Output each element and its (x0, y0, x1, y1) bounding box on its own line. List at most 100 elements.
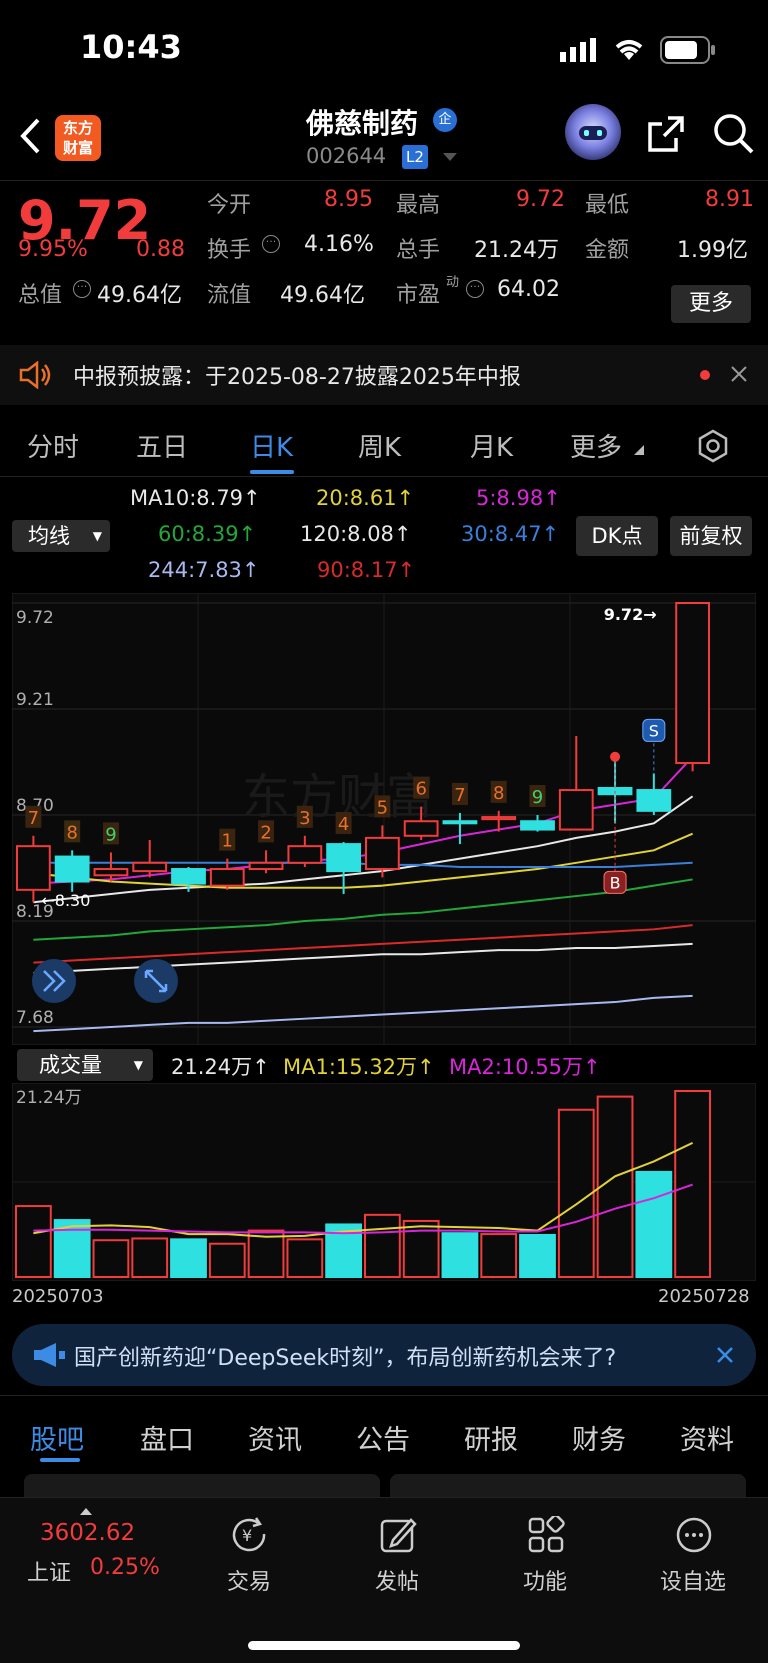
tab-announcements[interactable]: 公告 (356, 1418, 410, 1457)
volume-bar (364, 1213, 401, 1278)
amount-label: 金额 (585, 238, 630, 263)
nav-watchlist-label[interactable]: 设自选 (660, 1564, 726, 1596)
status-bar: 10:43 (0, 0, 768, 100)
candle-body (171, 868, 206, 885)
chevron-down-icon[interactable] (442, 152, 458, 162)
candle-body (403, 820, 439, 837)
speaker-icon (19, 361, 51, 389)
settings-icon[interactable] (696, 429, 730, 463)
candle-body (248, 861, 284, 871)
info-icon[interactable]: ··· (262, 235, 280, 253)
share-icon[interactable] (646, 114, 686, 154)
indicator-label: 均线 (28, 524, 70, 548)
active-tab-indicator (250, 470, 294, 474)
count-marker: 2 (260, 822, 271, 843)
nav-post-label[interactable]: 发帖 (375, 1564, 419, 1596)
info-icon[interactable]: ··· (466, 280, 484, 298)
volume-bar (441, 1232, 479, 1278)
more-circle-icon[interactable] (675, 1516, 715, 1554)
search-icon[interactable] (712, 112, 756, 156)
volume-value: 21.24万 (474, 238, 559, 263)
tab-forum[interactable]: 股吧 (30, 1418, 84, 1457)
compose-icon[interactable] (379, 1516, 419, 1554)
tab-monthly-k[interactable]: 月K (470, 427, 513, 464)
tab-financials[interactable]: 财务 (572, 1418, 626, 1457)
tab-five-day[interactable]: 五日 (136, 427, 188, 464)
count-marker: 5 (377, 797, 388, 818)
tab-more[interactable]: 更多 (570, 427, 622, 464)
y-tick-label: 9.72 (16, 608, 54, 628)
ma5-value: 5:8.98↑ (476, 486, 561, 510)
tab-orderbook[interactable]: 盘口 (140, 1418, 194, 1457)
assistant-avatar[interactable] (565, 104, 621, 160)
tab-research[interactable]: 研报 (464, 1418, 518, 1457)
trade-icon[interactable]: ¥ (230, 1516, 270, 1554)
volume-bar (596, 1095, 634, 1278)
tab-profile[interactable]: 资料 (680, 1418, 734, 1457)
index-value[interactable]: 3602.62 (40, 1520, 135, 1546)
notice-text: 中报预披露：于2025-08-27披露2025年中报 (73, 365, 521, 390)
tab-weekly-k[interactable]: 周K (358, 427, 401, 464)
ma90-value: 90:8.17↑ (317, 558, 416, 582)
notice-bar[interactable]: 中报预披露：于2025-08-27披露2025年中报 (0, 345, 768, 405)
indicator-select[interactable]: 均线 ▼ (12, 520, 110, 552)
count-marker: 9 (532, 787, 543, 808)
active-tab-indicator (40, 1458, 80, 1462)
candle-body (93, 868, 129, 877)
app-header: 东方财富 佛慈制药 企 002644 L2 (0, 100, 768, 180)
tab-news[interactable]: 资讯 (248, 1418, 302, 1457)
count-marker: 8 (493, 783, 504, 804)
high-value: 9.72 (516, 187, 565, 212)
tab-daily-k[interactable]: 日K (250, 427, 293, 464)
adjust-label: 前复权 (679, 524, 743, 548)
volume-indicator-select[interactable]: 成交量 ▼ (17, 1049, 153, 1081)
candle-body (287, 845, 323, 864)
volume-label: 总手 (396, 238, 441, 263)
index-name[interactable]: 上证 (27, 1555, 71, 1587)
sell-signal: S (649, 721, 659, 740)
close-icon[interactable] (716, 1346, 734, 1364)
period-tabs: 分时 五日 日K 周K 月K 更多 (0, 415, 768, 477)
pe-dynamic-mark: 动 (446, 275, 460, 290)
forum-card[interactable] (390, 1474, 746, 1498)
dk-label: DK点 (591, 524, 643, 548)
volume-bar (674, 1090, 712, 1278)
candle-body (54, 855, 90, 883)
forum-card[interactable] (24, 1474, 380, 1498)
logo-text: 东方财富 (62, 119, 93, 157)
back-icon[interactable] (18, 116, 42, 156)
ma120-value: 120:8.08↑ (300, 522, 412, 546)
expand-icon[interactable] (80, 1508, 92, 1515)
float-value: 49.64亿 (280, 283, 365, 308)
nav-function-label[interactable]: 功能 (523, 1564, 567, 1596)
megaphone-icon (34, 1343, 65, 1367)
volume-bar (92, 1239, 130, 1278)
adjust-button[interactable]: 前复权 (670, 516, 752, 556)
volume-bar (208, 1242, 246, 1278)
bottom-nav: 3602.62 上证 0.25% ¥ 交易 发帖 功能 设自选 (0, 1497, 768, 1663)
more-button[interactable]: 更多 (671, 285, 751, 323)
home-indicator (248, 1641, 520, 1650)
info-icon[interactable]: ··· (73, 280, 91, 298)
news-banner[interactable]: 国产创新药迎“DeepSeek时刻”，布局创新药机会来了? (12, 1324, 756, 1386)
stock-code: 002644 (306, 144, 387, 168)
tab-intraday[interactable]: 分时 (27, 427, 79, 464)
signal-icon (560, 38, 596, 62)
low-value: 8.91 (705, 187, 754, 212)
mktcap-value: 49.64亿 (97, 283, 182, 308)
grid-icon[interactable] (527, 1516, 567, 1554)
index-change[interactable]: 0.25% (90, 1555, 160, 1580)
close-icon[interactable] (730, 365, 748, 383)
nav-trade-label[interactable]: 交易 (227, 1564, 271, 1596)
candlestick-chart[interactable]: 9.729.218.708.197.68东方财富7891234567899.72… (12, 593, 756, 1045)
change-pct: 9.95% (18, 237, 88, 262)
battery-icon (660, 36, 715, 64)
app-logo: 东方财富 (55, 115, 101, 161)
pe-value: 64.02 (497, 277, 560, 302)
dk-point-button[interactable]: DK点 (576, 516, 658, 556)
volume-indicator-label: 成交量 (39, 1053, 102, 1077)
buy-signal: B (610, 873, 621, 892)
x-axis-start: 20250703 (12, 1286, 104, 1307)
high-label: 最高 (396, 193, 441, 218)
volume-chart[interactable]: 21.24万 (12, 1083, 756, 1281)
